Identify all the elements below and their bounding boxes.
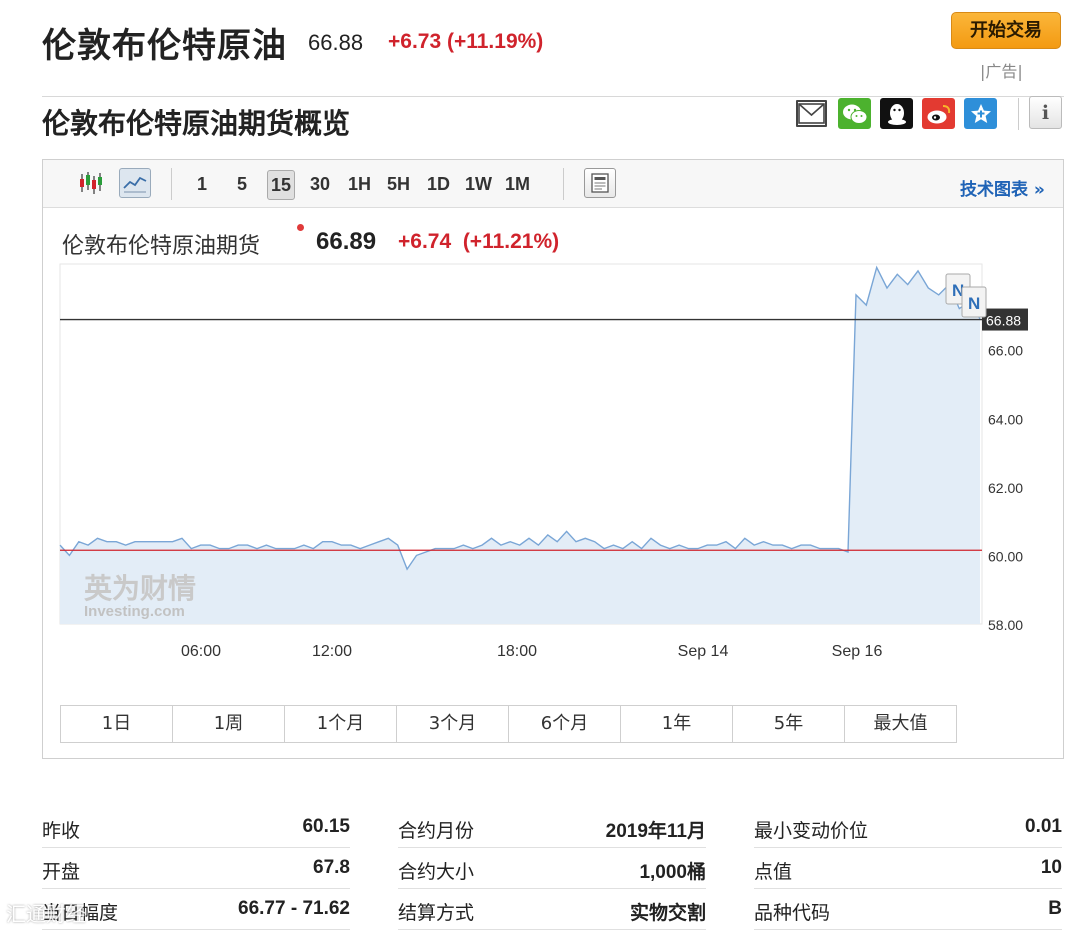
stat-row: 结算方式 实物交割 [398, 890, 706, 930]
stat-row: 合约大小 1,000桶 [398, 849, 706, 889]
y-tick-label: 62.00 [988, 480, 1023, 496]
stat-value: B [1048, 898, 1062, 919]
stat-row: 开盘 67.8 [42, 849, 350, 889]
stat-row: 点值 10 [754, 849, 1062, 889]
range-selector: 1日 1周 1个月 3个月 6个月 1年 5年 最大值 [60, 705, 957, 743]
stat-row: 昨收 60.15 [42, 808, 350, 848]
stat-value: 2019年11月 [605, 821, 706, 842]
stat-row: 当日幅度 66.77 - 71.62 [42, 890, 350, 930]
stat-label: 合约大小 [398, 861, 475, 883]
current-price-label: 66.88 [986, 313, 1021, 329]
range-1y[interactable]: 1年 [621, 706, 733, 742]
stat-row: 品种代码 B [754, 890, 1062, 930]
stat-row: 合约月份 2019年11月 [398, 808, 706, 848]
corner-watermark: 汇通财经 [6, 902, 86, 926]
x-tick-label: 06:00 [181, 643, 221, 660]
stat-value: 10 [1040, 857, 1062, 878]
stat-label: 最小变动价位 [754, 820, 869, 842]
y-tick-label: 66.00 [988, 343, 1023, 359]
x-tick-label: 12:00 [312, 643, 352, 660]
y-tick-label: 64.00 [988, 411, 1023, 427]
range-1w[interactable]: 1周 [173, 706, 285, 742]
stat-value: 60.15 [302, 816, 350, 837]
range-max[interactable]: 最大值 [845, 706, 956, 742]
y-tick-label: 58.00 [988, 617, 1023, 633]
watermark-brand-en: Investing.com [84, 603, 185, 620]
range-3mo[interactable]: 3个月 [397, 706, 509, 742]
stat-value: 67.8 [313, 857, 350, 878]
watermark-brand-cn: 英为财情 [84, 572, 196, 605]
stat-value: 0.01 [1025, 816, 1062, 837]
range-5y[interactable]: 5年 [733, 706, 845, 742]
stat-label: 合约月份 [398, 820, 475, 842]
range-6mo[interactable]: 6个月 [509, 706, 621, 742]
range-1mo[interactable]: 1个月 [285, 706, 397, 742]
x-tick-label: Sep 16 [832, 643, 883, 660]
x-tick-label: Sep 14 [678, 643, 729, 660]
y-tick-label: 60.00 [988, 548, 1023, 564]
x-tick-label: 18:00 [497, 643, 537, 660]
stat-label: 品种代码 [754, 902, 831, 924]
stat-value: 实物交割 [629, 903, 706, 924]
stat-label: 开盘 [42, 861, 81, 883]
stat-label: 昨收 [42, 820, 81, 842]
range-1d[interactable]: 1日 [61, 706, 173, 742]
news-marker-label: N [968, 294, 980, 313]
stat-row: 最小变动价位 0.01 [754, 808, 1062, 848]
price-chart[interactable]: 58.00 60.00 62.00 64.00 66.00 66.88 06:00 12:00… [0, 0, 1080, 700]
stat-label: 结算方式 [398, 902, 475, 924]
stat-value: 66.77 - 71.62 [238, 898, 350, 919]
stat-value: 1,000桶 [639, 862, 706, 883]
stat-label: 点值 [754, 861, 793, 883]
